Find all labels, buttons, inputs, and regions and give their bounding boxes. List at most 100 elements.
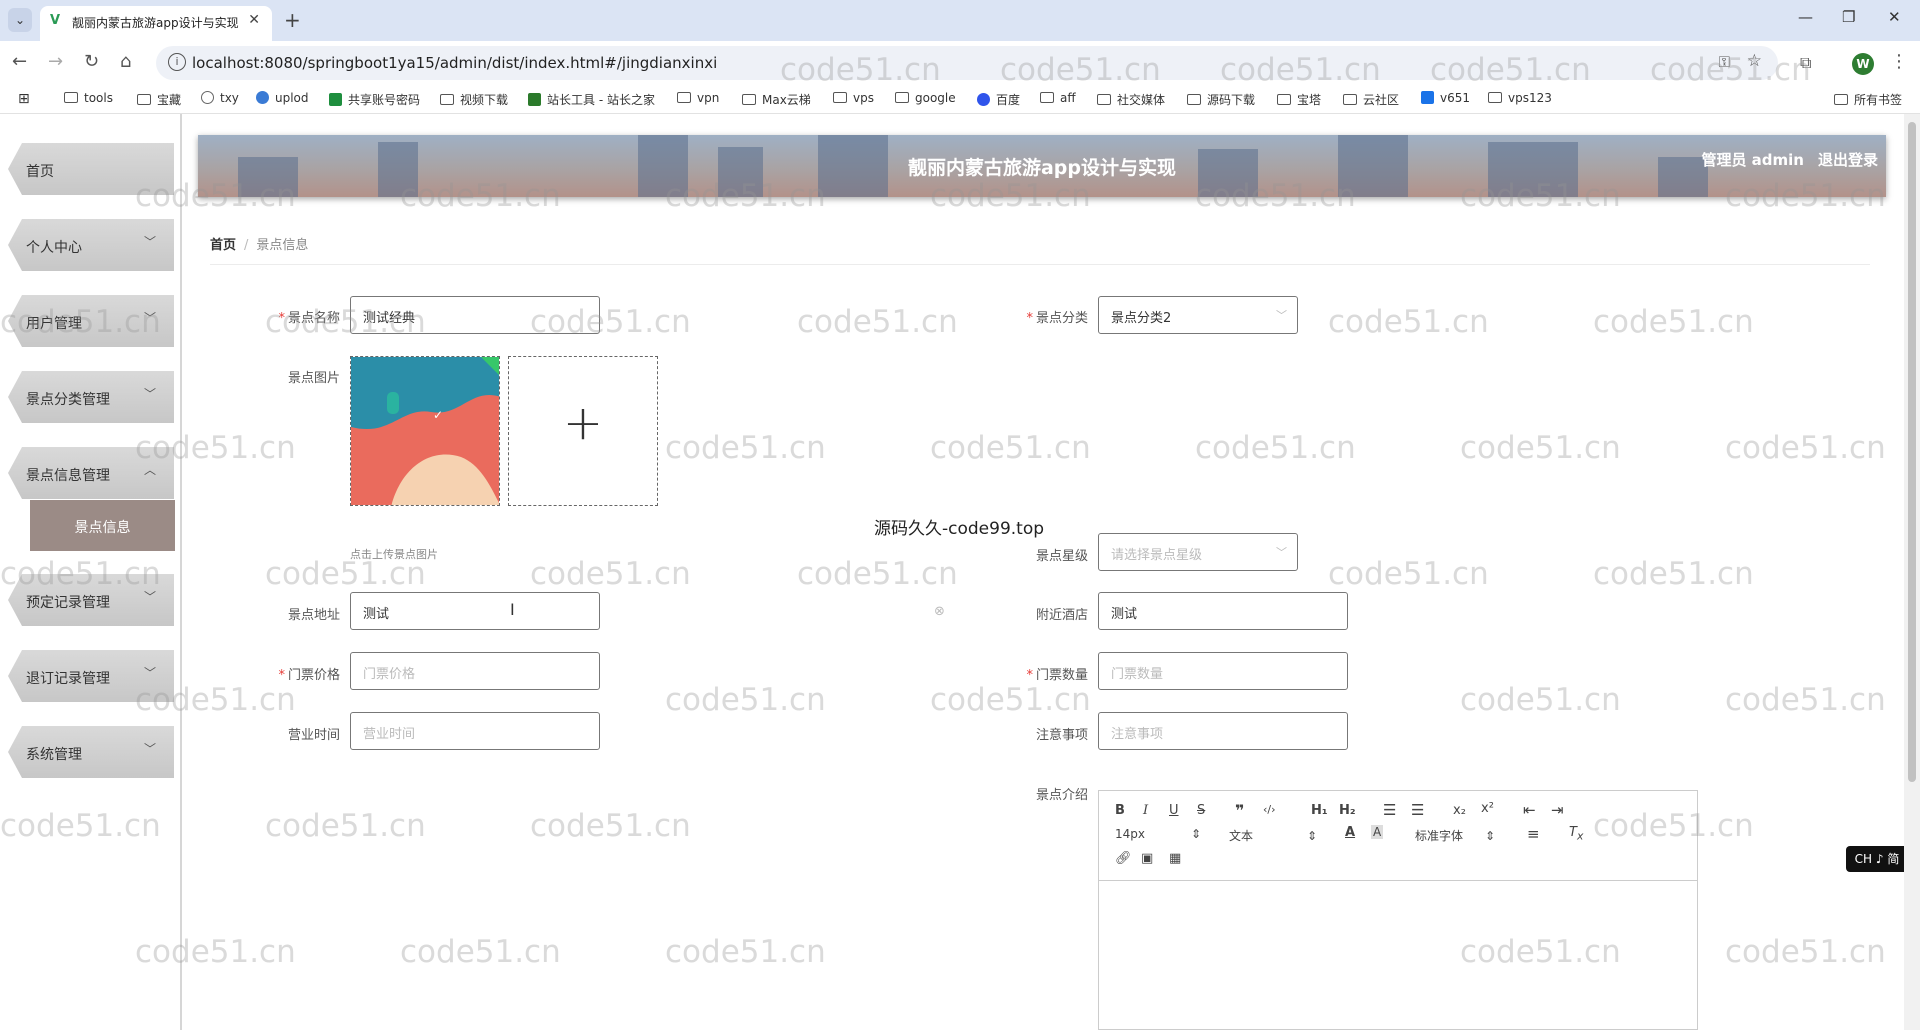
baidu-icon — [977, 93, 990, 106]
watermark: code51.cn — [1328, 304, 1489, 340]
watermark: code51.cn — [1460, 430, 1621, 466]
chevron-down-icon: ﹀ — [143, 590, 156, 604]
upload-add-button[interactable]: + — [508, 356, 658, 506]
ticket-price-input[interactable]: 门票价格 — [350, 652, 600, 690]
image-icon[interactable]: ▣ — [1141, 851, 1153, 866]
ordered-list-icon[interactable]: ☰ — [1383, 801, 1396, 819]
opening-hours-input[interactable]: 营业时间 — [350, 712, 600, 750]
password-key-icon[interactable]: ⚿ — [1719, 53, 1730, 71]
forward-button[interactable]: → — [48, 51, 63, 72]
bookmark-social[interactable]: 社交媒体 — [1097, 91, 1165, 108]
watermark: code51.cn — [1593, 304, 1754, 340]
bookmark-chinaz[interactable]: 站长工具 - 站长之家 — [528, 91, 655, 108]
minimize-button[interactable]: — — [1798, 8, 1813, 26]
font-family-select[interactable]: 标准字体 ⇕ — [1415, 827, 1495, 844]
bookmark-vps123[interactable]: vps123 — [1488, 91, 1552, 105]
video-icon[interactable]: ▦ — [1169, 851, 1181, 866]
uploaded-spot-image[interactable]: ✓ — [350, 356, 500, 506]
bullet-list-icon[interactable]: ☰ — [1411, 801, 1424, 819]
sidebar-item-personal-center[interactable]: 个人中心 ﹀ — [8, 219, 174, 271]
sidebar-item-cancel-records[interactable]: 退订记录管理 ﹀ — [8, 650, 174, 702]
bookmark-txy[interactable]: txy — [201, 91, 239, 105]
bookmark-star-icon[interactable]: ☆ — [1747, 51, 1762, 71]
bookmark-aff[interactable]: aff — [1040, 91, 1076, 105]
nearby-hotel-input[interactable]: 测试 — [1098, 592, 1348, 630]
breadcrumb-home[interactable]: 首页 — [210, 238, 236, 253]
sidebar-item-category-management[interactable]: 景点分类管理 ﹀ — [8, 371, 174, 423]
strikethrough-icon[interactable]: S — [1197, 803, 1205, 818]
clear-circle-icon[interactable]: ⊗ — [934, 604, 945, 619]
underline-icon[interactable]: U — [1169, 803, 1179, 818]
ticket-quantity-input[interactable]: 门票数量 — [1098, 652, 1348, 690]
background-color-icon[interactable]: A — [1371, 825, 1384, 839]
bookmark-max[interactable]: Max云梯 — [742, 91, 811, 108]
heading2-icon[interactable]: H₂ — [1339, 803, 1356, 818]
logout-link[interactable]: 退出登录 — [1818, 149, 1878, 170]
back-button[interactable]: ← — [12, 51, 27, 72]
font-color-icon[interactable]: A — [1345, 825, 1355, 840]
bookmark-baota[interactable]: 宝塔 — [1277, 91, 1321, 108]
bookmark-video-download[interactable]: 视频下载 — [440, 91, 508, 108]
watermark: code51.cn — [1460, 682, 1621, 718]
code-block-icon[interactable]: ‹/› — [1263, 803, 1276, 816]
bookmark-baidu[interactable]: 百度 — [977, 91, 1020, 108]
link-icon[interactable]: 🔗︎ — [1115, 851, 1132, 866]
text-type-select[interactable]: 文本 ⇕ — [1229, 827, 1317, 844]
align-left-icon[interactable]: ≡ — [1527, 825, 1540, 843]
folder-icon — [1040, 92, 1054, 103]
indent-icon[interactable]: ⇥ — [1551, 801, 1564, 819]
outdent-icon[interactable]: ⇤ — [1523, 801, 1536, 819]
restore-button[interactable]: ❐ — [1842, 8, 1855, 26]
superscript-icon[interactable]: x² — [1481, 801, 1494, 816]
browser-tab[interactable]: V 靓丽内蒙古旅游app设计与实现 ✕ — [40, 6, 272, 41]
sidebar-item-spot-info-management[interactable]: 景点信息管理 ︿ — [8, 447, 174, 499]
bookmark-vps[interactable]: vps — [833, 91, 874, 105]
spot-star-select[interactable]: 请选择景点星级 ﹀ — [1098, 533, 1298, 571]
spot-address-input[interactable]: 测试 — [350, 592, 600, 630]
home-button[interactable]: ⌂ — [120, 51, 131, 72]
scrollbar-thumb[interactable] — [1908, 122, 1916, 782]
close-window-button[interactable]: ✕ — [1888, 8, 1901, 26]
bold-icon[interactable]: B — [1115, 803, 1125, 818]
blockquote-icon[interactable]: ❞ — [1235, 801, 1244, 820]
extensions-icon[interactable]: ⧉ — [1800, 53, 1811, 73]
sidebar-item-home[interactable]: 首页 — [8, 143, 174, 195]
new-tab-button[interactable]: + — [284, 8, 301, 32]
page-scrollbar[interactable] — [1904, 114, 1920, 1030]
bookmark-v651[interactable]: v651 — [1421, 91, 1470, 105]
bookmark-cloud-community[interactable]: 云社区 — [1343, 91, 1399, 108]
bookmark-tools[interactable]: tools — [64, 91, 113, 105]
heading1-icon[interactable]: H₁ — [1311, 803, 1328, 818]
bookmark-source-download[interactable]: 源码下载 — [1187, 91, 1255, 108]
notes-input[interactable]: 注意事项 — [1098, 712, 1348, 750]
folder-icon — [895, 92, 909, 103]
bookmark-uplod[interactable]: uplod — [256, 91, 309, 105]
spot-category-select[interactable]: 景点分类2 ﹀ — [1098, 296, 1298, 334]
chevron-down-icon: ﹀ — [143, 666, 156, 680]
bookmark-shared-accounts[interactable]: 共享账号密码 — [329, 91, 420, 108]
bookmark-baozang[interactable]: 宝藏 — [137, 91, 181, 108]
url-field[interactable]: i localhost:8080/springboot1ya15/admin/d… — [156, 46, 1778, 80]
sidebar-item-booking-records[interactable]: 预定记录管理 ﹀ — [8, 574, 174, 626]
browser-menu-icon[interactable]: ⋮ — [1890, 51, 1908, 72]
reload-button[interactable]: ↻ — [84, 51, 99, 72]
apps-grid-icon[interactable]: ⊞ — [18, 91, 30, 107]
sidebar-item-label: 个人中心 — [26, 240, 82, 256]
ime-indicator[interactable]: CH ♪ 简 — [1846, 846, 1908, 872]
bookmark-google[interactable]: google — [895, 91, 956, 105]
font-size-select[interactable]: 14px ⇕ — [1115, 827, 1201, 841]
sidebar-item-system-management[interactable]: 系统管理 ﹀ — [8, 726, 174, 778]
subscript-icon[interactable]: x₂ — [1453, 803, 1466, 818]
submenu-label: 景点信息 — [74, 520, 131, 536]
tab-close-icon[interactable]: ✕ — [248, 12, 260, 28]
clear-format-icon[interactable]: Tx — [1569, 825, 1583, 843]
submenu-spot-info[interactable]: 景点信息 — [30, 500, 175, 551]
bookmark-all[interactable]: 所有书签 — [1834, 91, 1902, 108]
spot-name-input[interactable]: 测试经典 — [350, 296, 600, 334]
italic-icon[interactable]: I — [1143, 803, 1148, 818]
sidebar-item-user-management[interactable]: 用户管理 ﹀ — [8, 295, 174, 347]
bookmark-vpn[interactable]: vpn — [677, 91, 719, 105]
site-info-icon[interactable]: i — [168, 53, 186, 71]
tab-search-button[interactable]: ⌄ — [8, 8, 32, 32]
profile-avatar[interactable]: W — [1852, 53, 1874, 75]
